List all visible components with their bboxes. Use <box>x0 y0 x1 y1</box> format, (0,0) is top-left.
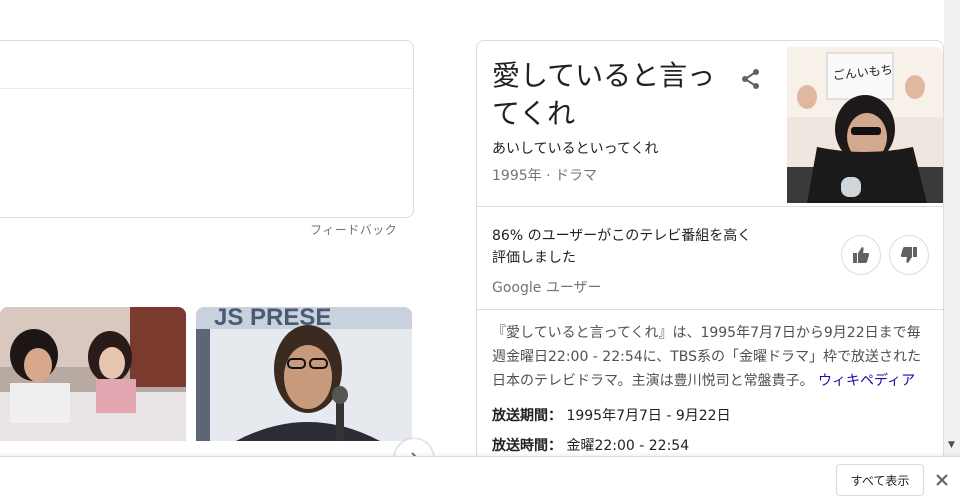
panel-description: 『愛していると言ってくれ』は、1995年7月7日から9月22日まで毎週金曜日22… <box>492 321 932 393</box>
fact-value: 1995年7月7日 - 9月22日 <box>566 408 731 424</box>
feedback-link[interactable]: フィードバック <box>310 221 397 238</box>
panel-reading: あいしているといってくれ <box>492 141 659 157</box>
fact-label[interactable]: 放送期間： <box>492 408 562 424</box>
fact-value: 金曜22:00 - 22:54 <box>566 438 690 454</box>
panel-divider <box>477 309 943 310</box>
bottom-bar: すべて表示 <box>0 456 960 502</box>
close-icon[interactable] <box>932 470 952 490</box>
panel-subtitle: 1995年 · ドラマ <box>492 168 597 184</box>
fact-broadcast-time: 放送時間： 金曜22:00 - 22:54 <box>492 435 689 455</box>
dislike-button[interactable] <box>889 235 929 275</box>
fact-label[interactable]: 放送時間： <box>492 438 562 454</box>
knowledge-panel: 愛していると言ってくれ あいしているといってくれ 1995年 · ドラマ ごんい… <box>476 40 944 480</box>
wikipedia-link[interactable]: ウィキペディア <box>818 373 915 389</box>
thumbs-up-icon <box>853 247 870 263</box>
carousel-image-drama-scene[interactable] <box>0 307 186 441</box>
like-button[interactable] <box>841 235 881 275</box>
left-result-card <box>0 40 414 218</box>
scrollbar[interactable] <box>944 0 960 456</box>
thumbs-down-icon <box>900 247 917 263</box>
card-divider <box>0 88 413 89</box>
panel-image[interactable]: ごんいもち <box>787 47 943 203</box>
scroll-down-arrow-icon[interactable]: ▼ <box>948 440 955 450</box>
panel-divider <box>477 206 943 207</box>
panel-title: 愛していると言ってくれ <box>492 59 716 130</box>
rating-text: 86% のユーザーがこのテレビ番組を高く評価しました <box>492 228 752 266</box>
carousel-image-actor[interactable]: JS PRESE <box>196 307 412 441</box>
share-icon[interactable] <box>739 67 763 91</box>
show-all-button[interactable]: すべて表示 <box>836 464 924 496</box>
rating-source: Google ユーザー <box>492 280 602 296</box>
fact-broadcast-period: 放送期間： 1995年7月7日 - 9月22日 <box>492 405 731 425</box>
